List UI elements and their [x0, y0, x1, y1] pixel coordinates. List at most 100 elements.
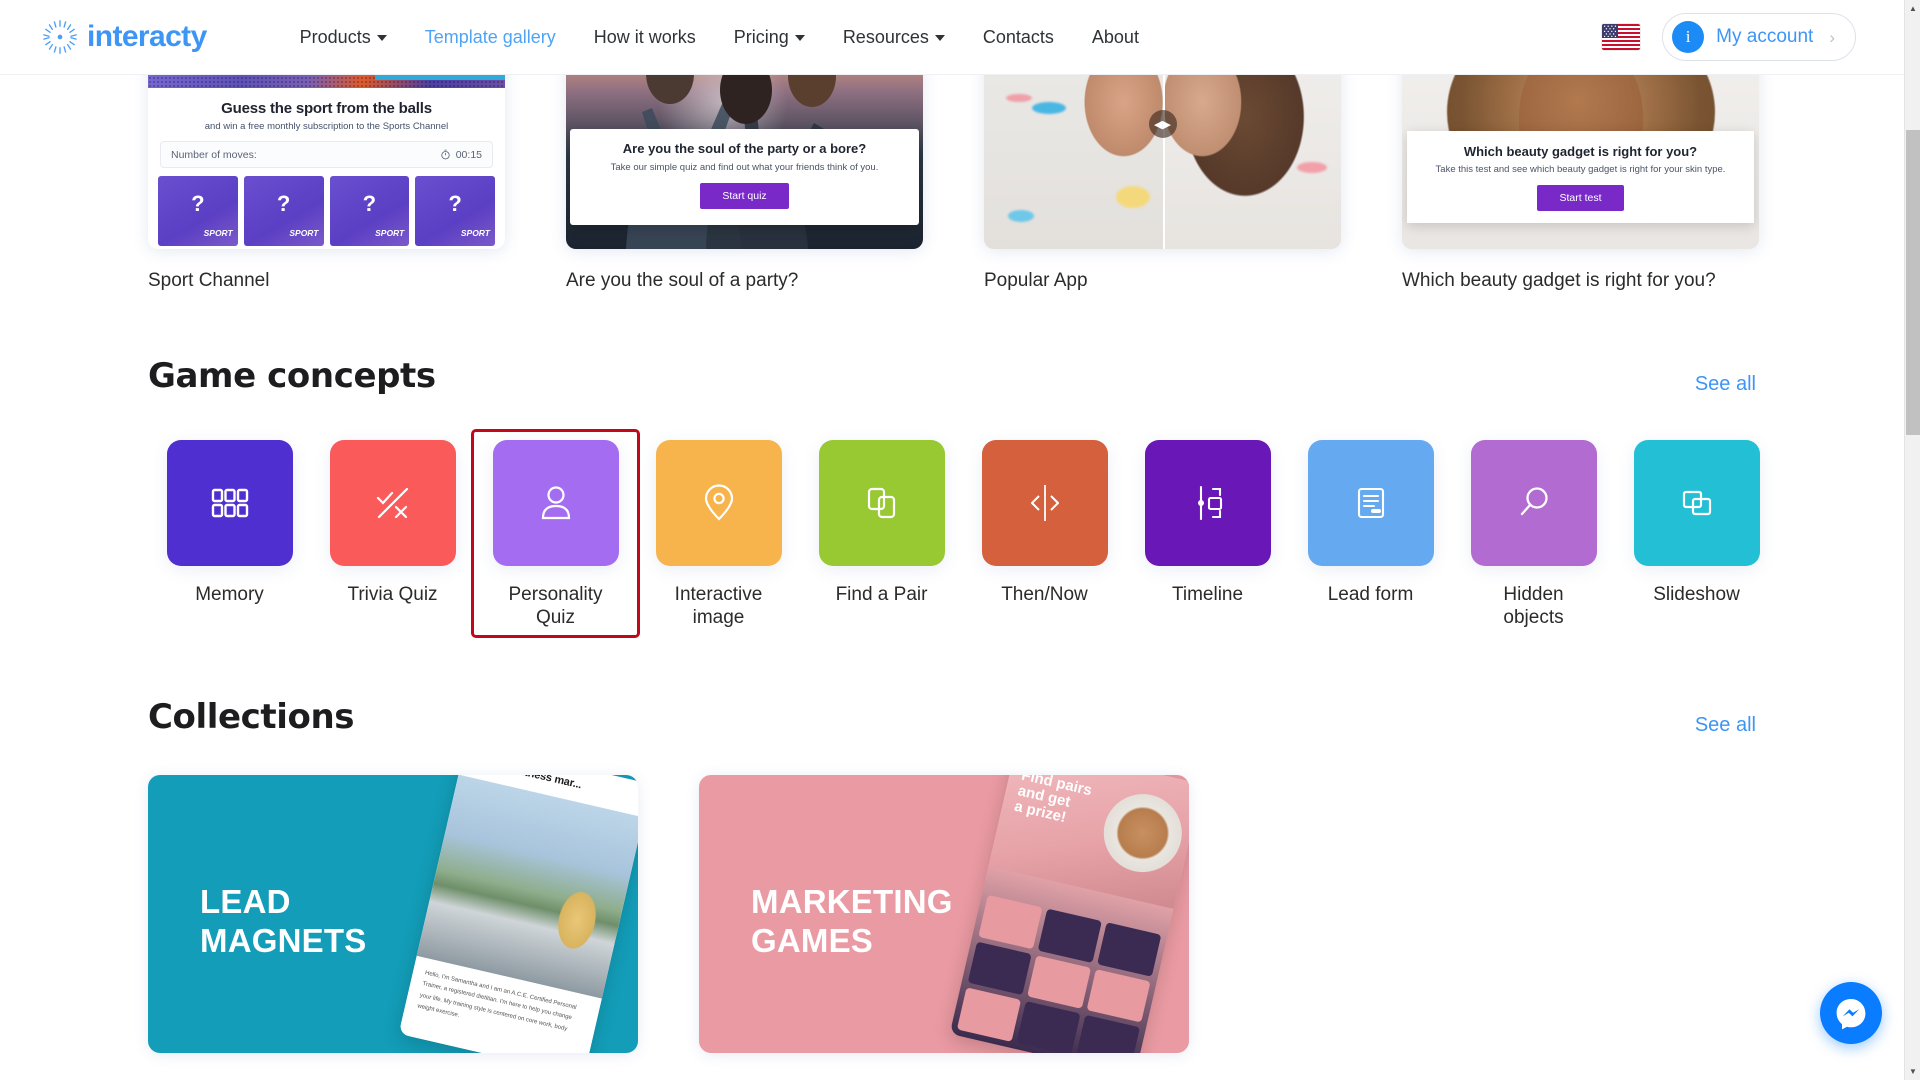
nav-item-template-gallery[interactable]: Template gallery [406, 28, 575, 46]
nav-label: About [1091, 27, 1139, 47]
artwork-header: MEMORY GAME Find pairs and get a prize! [988, 775, 1189, 909]
collections-row: LEAD MAGNETS Summer fitness mar... Hello… [148, 775, 1904, 1054]
game-concept-interactive-image[interactable]: Interactive image [637, 432, 800, 635]
template-thumbnail[interactable]: Are you the soul of the party or a bore?… [566, 75, 923, 249]
magnifier-icon [1520, 487, 1548, 515]
nav-item-about[interactable]: About [1073, 28, 1158, 46]
memory-card[interactable] [415, 176, 495, 246]
nav-label: Contacts [982, 27, 1054, 47]
game-concept-label: Then/Now [1001, 583, 1088, 605]
before-after-slider-icon[interactable]: ◀▶ [1148, 110, 1177, 139]
game-concepts-row: Memory Trivia Quiz Personality Quiz Inte… [148, 428, 1904, 639]
game-concept-slideshow[interactable]: Slideshow [1615, 432, 1778, 635]
collection-card-marketing-games[interactable]: MARKETING GAMES MEMORY GAME Find pairs a… [699, 775, 1189, 1054]
scrollbar-thumb[interactable] [1906, 130, 1920, 435]
memory-card-row [158, 176, 495, 246]
avatar: i [1672, 21, 1705, 53]
preview-headline: Which beauty gadget is right for you? [1463, 144, 1698, 159]
tile [1307, 439, 1434, 566]
template-title: Popular App [984, 270, 1088, 291]
messenger-icon [1836, 999, 1866, 1030]
template-card[interactable]: ◀▶ Popular App [984, 75, 1341, 294]
confetti-blob [1297, 162, 1327, 173]
memory-tile [1097, 922, 1162, 977]
collection-card-lead-magnets[interactable]: LEAD MAGNETS Summer fitness mar... Hello… [148, 775, 638, 1054]
confetti-blob [1008, 210, 1034, 222]
page-content: SPORT channel Guess the sport from the b… [0, 75, 1904, 1080]
template-card[interactable]: SPORT channel Guess the sport from the b… [148, 75, 505, 294]
memory-tile [1037, 908, 1102, 963]
memory-tile [1027, 955, 1092, 1010]
memory-tile [978, 894, 1043, 950]
game-concept-hidden-objects[interactable]: Hidden objects [1452, 432, 1615, 635]
preview-subline: and win a free monthly subscription to t… [204, 121, 449, 132]
timer-value: 00:15 [455, 148, 482, 161]
template-thumbnail[interactable]: SPORT channel Guess the sport from the b… [148, 75, 505, 249]
tile [1470, 439, 1597, 566]
preview-subline: Take this test and see which beauty gadg… [1435, 164, 1726, 175]
my-account-label: My account [1716, 26, 1814, 47]
see-all-collections[interactable]: See all [1695, 714, 1756, 737]
game-concept-lead-form[interactable]: Lead form [1289, 432, 1452, 635]
compare-slider-icon [1030, 484, 1059, 521]
vertical-scrollbar[interactable]: ▲ ▼ [1904, 0, 1920, 1080]
tile [329, 439, 456, 566]
my-account-button[interactable]: i My account › [1662, 13, 1856, 61]
game-concepts-header: Game concepts See all [148, 356, 1756, 396]
start-test-button[interactable]: Start test [1537, 185, 1624, 211]
tile [818, 439, 945, 566]
game-concept-label: Timeline [1171, 583, 1244, 605]
game-concept-label: Memory [195, 583, 264, 605]
game-concept-label: Personality Quiz [508, 583, 603, 628]
game-concept-then-now[interactable]: Then/Now [963, 432, 1126, 635]
moves-bar: Number of moves: 00:15 [160, 141, 493, 168]
memory-card[interactable] [158, 176, 238, 246]
game-concept-memory[interactable]: Memory [148, 432, 311, 635]
moves-label: Number of moves: [171, 148, 257, 161]
game-concept-timeline[interactable]: Timeline [1126, 432, 1289, 635]
scroll-down-arrow-icon[interactable]: ▼ [1905, 1063, 1920, 1080]
tile [1144, 439, 1271, 566]
stopwatch-icon [441, 149, 450, 160]
scroll-up-arrow-icon[interactable]: ▲ [1905, 0, 1920, 17]
memory-card[interactable] [329, 176, 410, 246]
timeline-icon [1197, 485, 1222, 520]
game-concept-label: Lead form [1327, 583, 1414, 605]
template-thumbnail[interactable]: Which beauty gadget is right for you? Ta… [1402, 75, 1759, 249]
us-flag-icon[interactable] [1602, 24, 1641, 50]
template-thumbnail[interactable]: ◀▶ [984, 75, 1341, 249]
person-outline-icon [541, 486, 570, 519]
memory-card[interactable] [243, 176, 324, 246]
stacked-frames-icon [1682, 490, 1711, 515]
collection-title: LEAD MAGNETS [200, 883, 367, 959]
tile [492, 439, 619, 566]
grid-blocks-icon [211, 488, 248, 517]
nav-item-pricing[interactable]: Pricing [715, 28, 824, 46]
template-title: Which beauty gadget is right for you? [1402, 270, 1716, 291]
nav-item-contacts[interactable]: Contacts [964, 28, 1073, 46]
page-root: interacty Products Template gallery How … [0, 0, 1920, 1080]
collection-title: MARKETING GAMES [751, 883, 953, 959]
messenger-chat-button[interactable] [1820, 982, 1882, 1044]
preview-headline: Are you the soul of the party or a bore? [622, 141, 867, 156]
game-concept-find-a-pair[interactable]: Find a Pair [800, 432, 963, 635]
game-concept-label: Interactive image [674, 583, 763, 628]
nav-label: How it works [593, 27, 696, 47]
template-title: Sport Channel [148, 270, 270, 291]
memory-tile [1075, 1015, 1140, 1054]
memory-tile [967, 941, 1032, 996]
template-card[interactable]: Are you the soul of the party or a bore?… [566, 75, 923, 294]
split-divider [1162, 75, 1165, 249]
start-quiz-button[interactable]: Start quiz [700, 183, 789, 209]
tile [655, 439, 782, 566]
see-all-game-concepts[interactable]: See all [1695, 373, 1756, 396]
game-concept-trivia-quiz[interactable]: Trivia Quiz [311, 432, 474, 635]
logo[interactable]: interacty [42, 19, 207, 55]
nav-item-how-it-works[interactable]: How it works [575, 28, 715, 46]
game-concept-personality-quiz[interactable]: Personality Quiz [471, 428, 640, 639]
nav-item-resources[interactable]: Resources [824, 28, 964, 46]
template-card[interactable]: Which beauty gadget is right for you? Ta… [1402, 75, 1759, 294]
sunburst-logo-icon [43, 20, 77, 54]
header-actions: i My account › [1602, 13, 1856, 61]
nav-item-products[interactable]: Products [281, 28, 406, 46]
